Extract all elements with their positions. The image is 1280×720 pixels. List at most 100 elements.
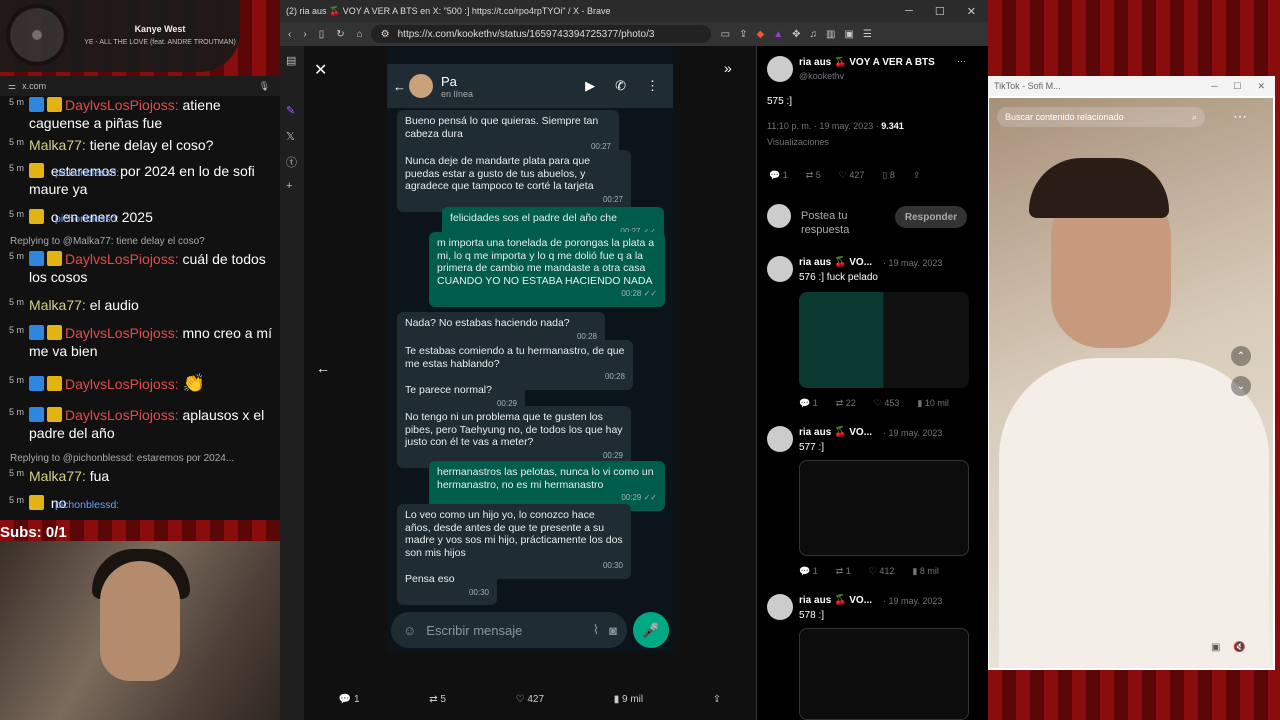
chat-username[interactable]: DaylvsLosPiojoss: xyxy=(65,407,179,423)
chat-username[interactable]: DaylvsLosPiojoss: xyxy=(65,376,179,392)
minimize-icon[interactable]: ─ xyxy=(905,5,913,18)
reply-context: Replying to @pichonblessd: estaremos por… xyxy=(10,453,235,464)
reply-action[interactable]: 💬 1 xyxy=(339,694,360,705)
tweet-author-handle[interactable]: @kookethv xyxy=(799,71,844,81)
pip-icon[interactable]: ▣ xyxy=(1211,642,1220,653)
reply-image[interactable] xyxy=(799,460,969,556)
close-viewer-icon[interactable]: ✕ xyxy=(314,60,327,80)
message-bubble: No tengo ni un problema que te gusten lo… xyxy=(397,406,631,468)
minimize-icon[interactable]: ─ xyxy=(1211,81,1217,92)
chat-username[interactable]: pichonblessd: xyxy=(47,162,127,186)
chat-username[interactable]: DaylvsLosPiojoss: xyxy=(65,251,179,267)
chat-username[interactable]: Malka77: xyxy=(29,468,86,484)
mute-icon[interactable]: 🔇 xyxy=(1233,642,1245,653)
chat-header: ⚌ x.com 🎙 xyxy=(0,76,280,96)
tune-icon[interactable]: ⚌ xyxy=(8,81,16,92)
maximize-icon[interactable]: ☐ xyxy=(935,5,945,18)
repost-count[interactable]: ⇄ 22 xyxy=(836,398,856,409)
composer-placeholder: Escribir mensaje xyxy=(426,622,523,638)
like-action[interactable]: ♡ 427 xyxy=(516,694,544,705)
cast-icon[interactable]: ▭ xyxy=(721,29,730,40)
like-count[interactable]: ♡ 453 xyxy=(874,398,900,409)
reload-icon[interactable]: ↻ xyxy=(336,29,344,40)
repost-count[interactable]: ⇄ 1 xyxy=(836,566,851,577)
chevron-down-icon[interactable]: ⌄ xyxy=(1231,376,1251,396)
reply-image[interactable] xyxy=(799,628,969,720)
app-icon[interactable]: ⓣ xyxy=(286,154,297,170)
avatar[interactable] xyxy=(767,594,793,620)
search-icon[interactable]: ⌕ xyxy=(1192,112,1197,123)
related-search-input[interactable]: Buscar contenido relacionado ⌕ xyxy=(997,107,1205,127)
back-icon[interactable]: ‹ xyxy=(288,29,291,40)
message-time: 5 m xyxy=(9,137,25,147)
chat-username[interactable]: Malka77: xyxy=(29,297,86,313)
close-icon[interactable]: ✕ xyxy=(967,5,976,18)
more-options-icon[interactable]: ⋯ xyxy=(957,56,966,67)
avatar[interactable] xyxy=(767,256,793,282)
avatar[interactable] xyxy=(767,426,793,452)
like-count[interactable]: ♡ 427 xyxy=(839,170,865,181)
window-titlebar: (2) ria aus 🍒 VOY A VER A BTS en X: "500… xyxy=(280,0,988,22)
reply-count[interactable]: 💬 1 xyxy=(769,170,788,181)
music-icon[interactable]: ♫ xyxy=(809,29,817,40)
leo-icon[interactable]: ✎ xyxy=(286,104,295,117)
streamer-face xyxy=(100,561,180,681)
close-icon[interactable]: ✕ xyxy=(1257,81,1265,92)
chat-username[interactable]: DaylvsLosPiojoss: xyxy=(65,97,179,113)
contact-name: Pa xyxy=(441,73,457,89)
views-count[interactable]: ▮ 10 mil xyxy=(917,398,948,409)
avatar[interactable] xyxy=(767,56,793,82)
sidebar-panel-icon[interactable]: ▤ xyxy=(286,54,296,67)
extensions-icon[interactable]: ✥ xyxy=(792,29,800,40)
reply-input[interactable]: Postea tu respuesta xyxy=(801,209,881,237)
chat-username[interactable]: Malka77: xyxy=(29,137,86,153)
mic-icon[interactable]: 🎙 xyxy=(259,81,270,92)
chat-username[interactable]: pichonblessd: xyxy=(47,208,127,232)
site-settings-icon[interactable]: ⚙ xyxy=(381,29,390,40)
x-icon[interactable]: 𝕏 xyxy=(286,130,295,143)
tiktok-video[interactable]: Buscar contenido relacionado ⌕ ⋯ ⌃ ⌄ ▣ 🔇 xyxy=(989,98,1273,668)
reply-count[interactable]: 💬 1 xyxy=(799,398,818,409)
bookmark-icon[interactable]: ▯ xyxy=(319,29,325,40)
tweet-author-name[interactable]: ria aus 🍒 VOY A VER A BTS xyxy=(799,57,939,68)
bookmark-count[interactable]: ▯ 8 xyxy=(882,170,894,181)
chat-text: el audio xyxy=(89,297,139,313)
more-icon[interactable]: ⋯ xyxy=(1233,108,1247,125)
chat-username[interactable]: DaylvsLosPiojoss: xyxy=(65,325,179,341)
add-icon[interactable]: + xyxy=(286,180,292,192)
chevron-up-icon[interactable]: ⌃ xyxy=(1231,346,1251,366)
reply-author[interactable]: ria aus 🍒 VO... xyxy=(799,257,872,268)
reply-author[interactable]: ria aus 🍒 VO... xyxy=(799,427,872,438)
menu-icon[interactable]: ☰ xyxy=(863,29,872,40)
wallet-icon[interactable]: ▣ xyxy=(844,29,853,40)
home-icon[interactable]: ⌂ xyxy=(357,29,363,40)
views-count[interactable]: ▮ 8 mil xyxy=(912,566,938,577)
mod-badge-icon xyxy=(29,325,44,340)
chat-username[interactable]: pichonblessd: xyxy=(47,494,127,518)
share-icon[interactable]: ⇪ xyxy=(913,170,921,181)
tiktok-window: TikTok - Sofi M... ─ ☐ ✕ Buscar contenid… xyxy=(988,76,1275,670)
repost-count[interactable]: ⇄ 5 xyxy=(806,170,821,181)
share-icon[interactable]: ⇪ xyxy=(739,29,747,40)
reply-image[interactable] xyxy=(799,292,969,388)
crown-badge-icon xyxy=(47,325,62,340)
like-count[interactable]: ♡ 412 xyxy=(869,566,895,577)
expand-icon[interactable]: » xyxy=(724,60,732,76)
prev-photo-icon[interactable]: ← xyxy=(316,360,330,376)
maximize-icon[interactable]: ☐ xyxy=(1233,81,1241,92)
repost-action[interactable]: ⇄ 5 xyxy=(429,694,446,705)
reply-button[interactable]: Responder xyxy=(895,206,967,228)
brave-rewards-icon[interactable]: ▲ xyxy=(773,29,783,40)
url-text: https://x.com/kookethv/status/1659743394… xyxy=(397,28,655,40)
url-bar[interactable]: ⚙ https://x.com/kookethv/status/16597433… xyxy=(370,25,711,43)
reply-author[interactable]: ria aus 🍒 VO... xyxy=(799,595,872,606)
share-action-icon[interactable]: ⇪ xyxy=(713,694,721,705)
back-arrow-icon: ← xyxy=(393,78,406,94)
chat-message: 5 m DaylvsLosPiojoss: cuál de todos los … xyxy=(0,250,280,286)
sidebar-icon[interactable]: ▥ xyxy=(826,29,835,40)
views-action[interactable]: ▮ 9 mil xyxy=(614,694,643,705)
brave-shield-icon[interactable]: ◆ xyxy=(756,29,764,40)
avatar xyxy=(767,204,791,228)
forward-icon[interactable]: › xyxy=(303,29,306,40)
reply-count[interactable]: 💬 1 xyxy=(799,566,818,577)
